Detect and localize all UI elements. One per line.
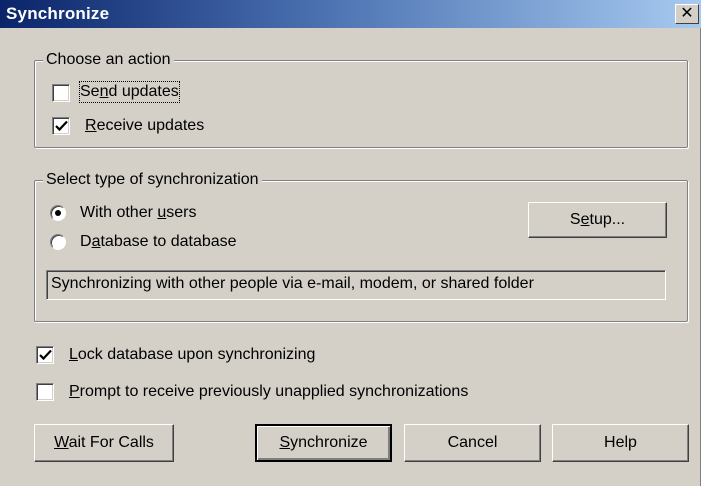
setup-button[interactable]: Setup... bbox=[528, 202, 667, 238]
send-updates-label[interactable]: Send updates bbox=[79, 81, 180, 103]
close-icon: ✕ bbox=[680, 5, 694, 22]
window-title: Synchronize bbox=[6, 4, 110, 23]
help-button[interactable]: Help bbox=[552, 424, 689, 462]
with-other-users-label[interactable]: With other users bbox=[80, 203, 197, 223]
receive-updates-label[interactable]: Receive updates bbox=[85, 116, 204, 136]
wait-for-calls-button[interactable]: Wait For Calls bbox=[34, 424, 174, 462]
send-updates-checkbox[interactable] bbox=[52, 84, 70, 102]
database-to-database-label[interactable]: Database to database bbox=[80, 232, 237, 252]
close-button[interactable]: ✕ bbox=[675, 4, 699, 24]
database-to-database-radio[interactable] bbox=[50, 234, 66, 250]
synchronize-dialog: Synchronize ✕ Choose an action Send upda… bbox=[0, 0, 701, 486]
setup-button-label: Setup... bbox=[569, 211, 626, 228]
action-group-label: Choose an action bbox=[43, 50, 174, 70]
prompt-receive-checkbox[interactable] bbox=[36, 383, 54, 401]
checkmark-icon bbox=[55, 120, 68, 132]
help-button-label: Help bbox=[604, 434, 637, 451]
lock-database-label[interactable]: Lock database upon synchronizing bbox=[69, 345, 315, 365]
cancel-button[interactable]: Cancel bbox=[404, 424, 541, 462]
lock-database-checkbox[interactable] bbox=[36, 346, 54, 364]
receive-updates-checkbox[interactable] bbox=[52, 117, 70, 135]
sync-type-group-label: Select type of synchronization bbox=[43, 170, 262, 190]
with-other-users-radio[interactable] bbox=[50, 205, 66, 221]
synchronize-button[interactable]: Synchronize bbox=[255, 424, 392, 462]
wait-for-calls-label: Wait For Calls bbox=[54, 434, 154, 451]
cancel-button-label: Cancel bbox=[447, 434, 498, 451]
radio-dot-icon bbox=[55, 210, 61, 216]
title-bar[interactable]: Synchronize ✕ bbox=[0, 0, 701, 28]
sync-description-field: Synchronizing with other people via e-ma… bbox=[46, 270, 666, 300]
checkmark-icon bbox=[39, 349, 52, 361]
prompt-receive-label[interactable]: Prompt to receive previously unapplied s… bbox=[69, 382, 468, 402]
synchronize-button-label: Synchronize bbox=[279, 434, 368, 451]
